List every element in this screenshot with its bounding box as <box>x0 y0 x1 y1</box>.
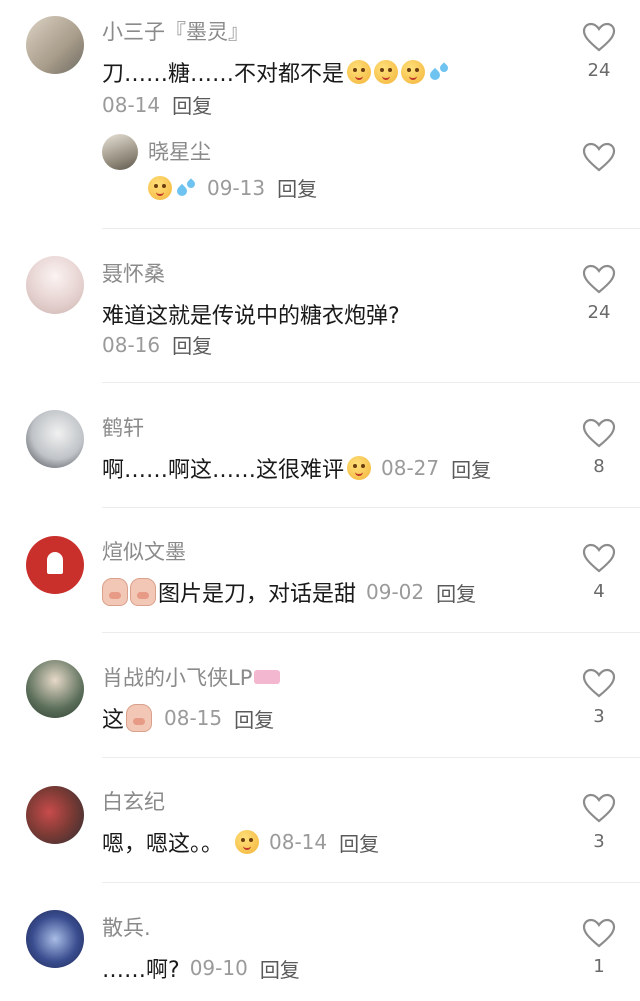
reply-button[interactable]: 回复 <box>260 954 300 983</box>
like-count: 24 <box>587 302 611 323</box>
yellow-smile-emoji-icon <box>347 456 372 480</box>
comment-date: 09-10 <box>189 956 248 980</box>
reply-username[interactable]: 晓星尘 <box>148 136 211 166</box>
comment-username[interactable]: 肖战的小飞侠LP <box>102 662 252 692</box>
heart-outline-icon <box>582 142 616 172</box>
avatar[interactable] <box>26 786 84 844</box>
comment-meta: 08-14 回复 <box>102 90 212 119</box>
avatar[interactable] <box>26 410 84 468</box>
comment-username[interactable]: 聂怀桑 <box>102 258 165 288</box>
reply-button[interactable]: 回复 <box>339 828 379 857</box>
comment-date: 08-14 <box>102 92 161 117</box>
like-count: 1 <box>593 956 605 977</box>
heart-outline-icon <box>582 264 616 294</box>
comment-text-row: 这 08-15 回复 <box>102 702 274 734</box>
divider <box>102 228 640 229</box>
avatar[interactable] <box>26 660 84 718</box>
comment-username-row: 肖战的小飞侠LP <box>102 662 281 692</box>
pig-emoji-icon <box>126 704 153 732</box>
like-button[interactable]: 3 <box>579 793 619 852</box>
comment-text-row: 图片是刀，对话是甜 09-02 回复 <box>102 576 476 608</box>
heart-outline-icon <box>582 918 616 948</box>
pink-badge-icon <box>254 670 281 684</box>
like-button[interactable]: 1 <box>579 918 619 977</box>
reply-button[interactable]: 回复 <box>172 90 212 119</box>
comment-date: 08-16 <box>102 332 161 357</box>
comment-date: 08-15 <box>164 706 223 730</box>
yellow-smile-emoji-icon <box>347 60 372 84</box>
comment-date: 09-02 <box>366 580 425 604</box>
reply-date: 09-13 <box>207 175 266 200</box>
reply-button[interactable]: 回复 <box>172 330 212 359</box>
sweat-drop-emoji-icon <box>175 177 197 199</box>
avatar[interactable] <box>26 256 84 314</box>
comment-date: 08-27 <box>381 456 440 480</box>
comment-text-row: 嗯，嗯这。。 08-14 回复 <box>102 826 379 858</box>
divider <box>102 507 640 508</box>
heart-outline-icon <box>582 668 616 698</box>
heart-outline-icon <box>582 793 616 823</box>
heart-outline-icon <box>582 543 616 573</box>
comment-text: ……啊? <box>102 958 180 983</box>
comment-username[interactable]: 鹤轩 <box>102 412 144 442</box>
yellow-smile-emoji-icon <box>401 60 426 84</box>
comment-text-row: ……啊? 09-10 回复 <box>102 952 300 984</box>
like-button[interactable]: 24 <box>579 22 619 81</box>
like-count: 3 <box>593 831 605 852</box>
like-count: 24 <box>587 60 611 81</box>
comment-text-row: 刀……糖……不对都不是 <box>102 56 450 88</box>
sweat-drop-emoji-icon <box>428 61 450 83</box>
divider <box>102 757 640 758</box>
like-button[interactable]: 4 <box>579 543 619 602</box>
like-count: 3 <box>593 706 605 727</box>
reply-button[interactable]: 回复 <box>234 704 274 733</box>
reply-meta: 09-13 回复 <box>148 173 317 202</box>
comment-username[interactable]: 散兵. <box>102 912 151 942</box>
reply-button[interactable]: 回复 <box>277 173 317 202</box>
ghost-icon <box>47 552 63 574</box>
reply-avatar[interactable] <box>102 134 138 170</box>
comment-text: 刀……糖……不对都不是 <box>102 62 345 87</box>
like-button[interactable]: 24 <box>579 264 619 323</box>
comment-username[interactable]: 煊似文墨 <box>102 536 186 566</box>
yellow-smile-emoji-icon <box>148 175 172 200</box>
reply-button[interactable]: 回复 <box>451 454 491 483</box>
comment-text: 图片是刀，对话是甜 <box>158 582 357 607</box>
avatar[interactable] <box>26 16 84 74</box>
like-button[interactable] <box>579 142 619 172</box>
divider <box>102 882 640 883</box>
comment-text: 嗯，嗯这。。 <box>102 832 224 857</box>
yellow-smile-emoji-icon <box>235 830 260 854</box>
avatar[interactable] <box>26 536 84 594</box>
comment-text: 这 <box>102 708 125 733</box>
pig-emoji-icon <box>102 578 128 606</box>
divider <box>102 632 640 633</box>
comment-date: 08-14 <box>269 830 328 854</box>
avatar[interactable] <box>26 910 84 968</box>
heart-outline-icon <box>582 418 616 448</box>
like-count: 4 <box>593 581 605 602</box>
comment-username[interactable]: 小三子『墨灵』 <box>102 16 249 46</box>
like-button[interactable]: 8 <box>579 418 619 477</box>
comment-text-row: 啊……啊这……这很难评 08-27 回复 <box>102 452 491 484</box>
comment-text: 啊……啊这……这很难评 <box>102 458 345 483</box>
heart-outline-icon <box>582 22 616 52</box>
comment-meta: 08-16 回复 <box>102 330 212 359</box>
like-button[interactable]: 3 <box>579 668 619 727</box>
divider <box>102 382 640 383</box>
comment-text: 难道这就是传说中的糖衣炮弹? <box>102 304 400 329</box>
pig-emoji-icon <box>130 578 156 606</box>
like-count: 8 <box>593 456 605 477</box>
comment-username[interactable]: 白玄纪 <box>102 786 165 816</box>
yellow-smile-emoji-icon <box>374 60 399 84</box>
reply-button[interactable]: 回复 <box>436 578 476 607</box>
